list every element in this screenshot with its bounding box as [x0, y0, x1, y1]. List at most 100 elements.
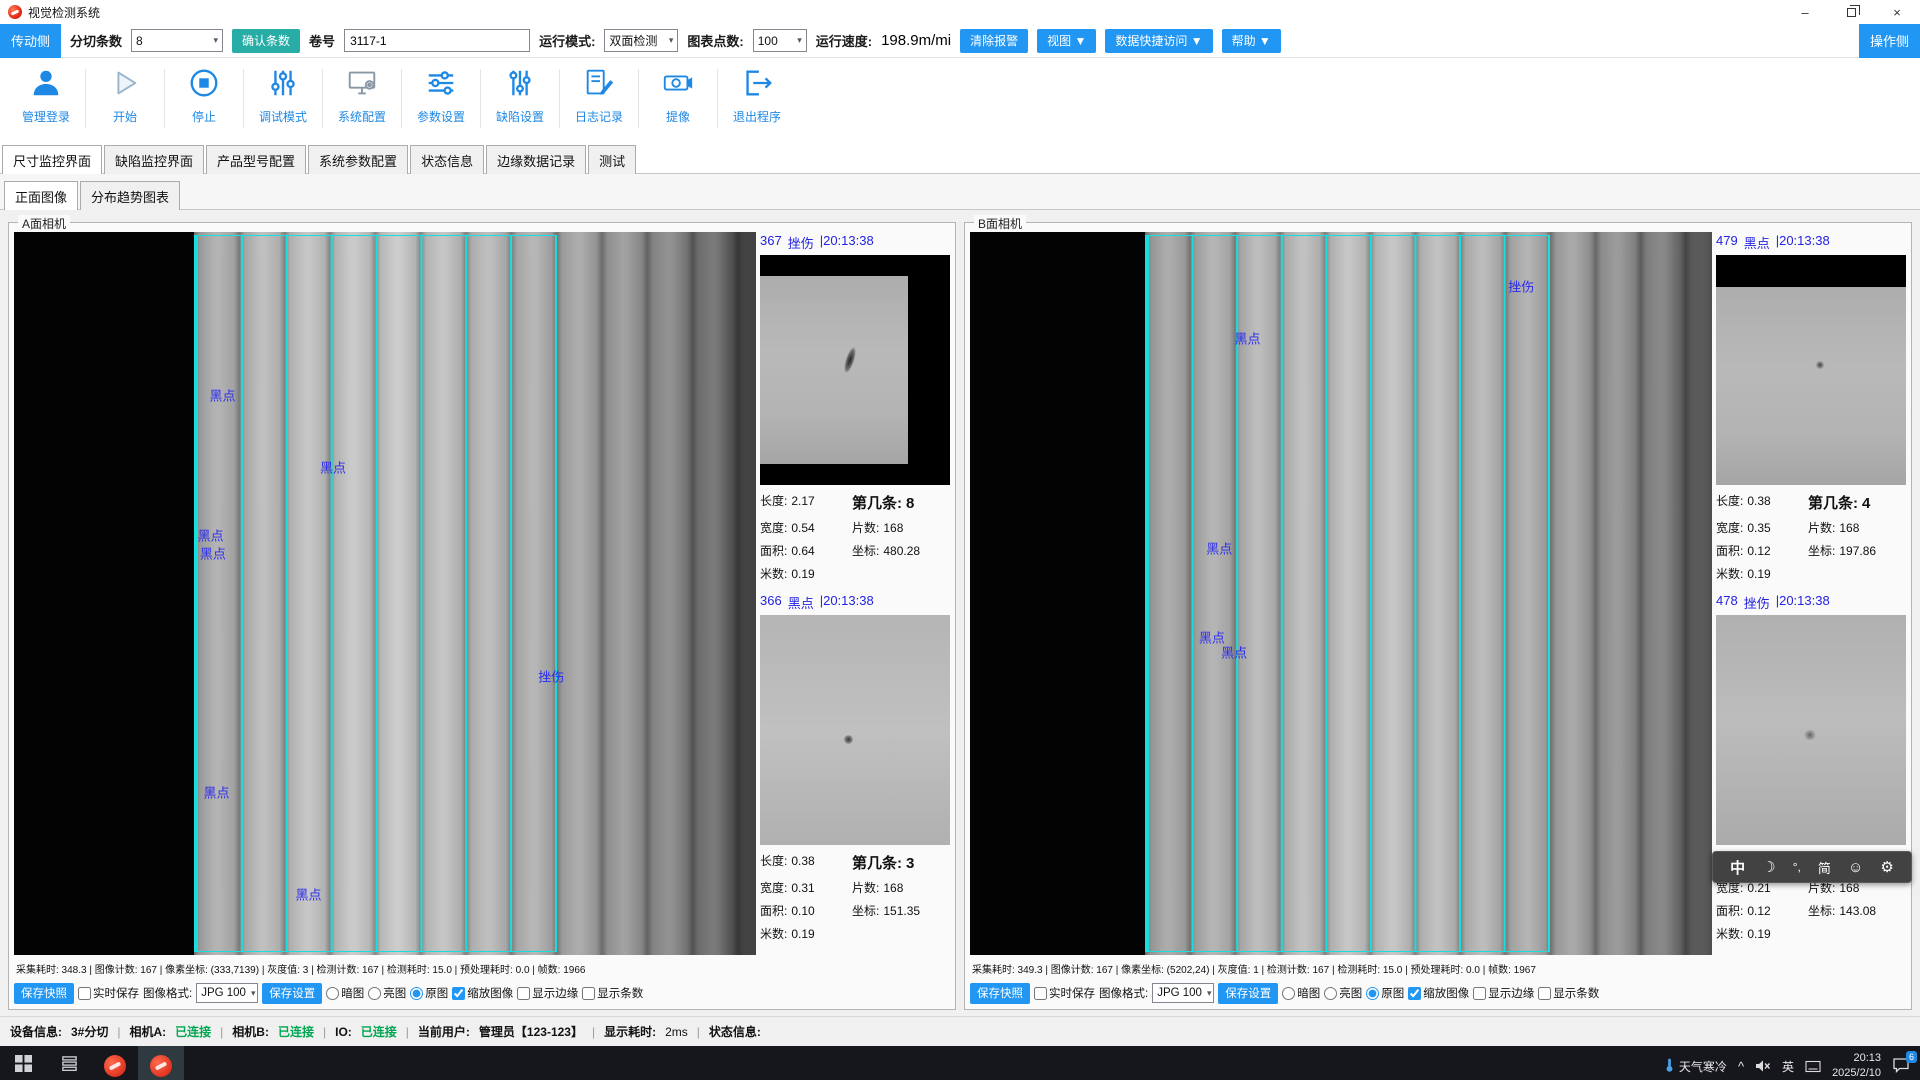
checkbox-input[interactable]	[517, 987, 530, 1000]
defect-settings-button[interactable]: 缺陷设置	[482, 63, 558, 125]
realtime-save-checkbox[interactable]: 实时保存	[1034, 985, 1095, 1001]
checkbox-label: 缩放图像	[1423, 985, 1469, 1001]
zoom-image-checkbox[interactable]: 缩放图像	[452, 985, 513, 1001]
camera-b-status: 已连接	[278, 1023, 314, 1040]
operator-side-button[interactable]: 操作侧	[1859, 24, 1920, 58]
volume-muted-icon[interactable]	[1755, 1059, 1771, 1073]
view-menu-button[interactable]: 视图 ▼	[1037, 29, 1096, 53]
tab-edge-data-record[interactable]: 边缘数据记录	[486, 145, 586, 174]
original-image-radio[interactable]: 原图	[1366, 985, 1404, 1001]
tab-size-monitor[interactable]: 尺寸监控界面	[2, 145, 102, 174]
radio-input[interactable]	[1324, 987, 1337, 1000]
radio-input[interactable]	[1282, 987, 1295, 1000]
checkbox-input[interactable]	[452, 987, 465, 1000]
show-edges-checkbox[interactable]: 显示边缘	[1473, 985, 1534, 1001]
image-format-select[interactable]: JPG 100▾	[1152, 983, 1214, 1003]
admin-login-button[interactable]: 管理登录	[8, 63, 84, 125]
zoom-image-checkbox[interactable]: 缩放图像	[1408, 985, 1469, 1001]
taskbar-app-shortcut[interactable]	[92, 1046, 138, 1080]
chart-points-select[interactable]: 100 ▾	[753, 29, 807, 52]
ime-chinese-mode-toggle[interactable]: 中	[1730, 857, 1745, 878]
stop-button[interactable]: 停止	[166, 63, 242, 125]
radio-input[interactable]	[1366, 987, 1379, 1000]
defect-card-header: 367 挫伤 |20:13:38	[760, 232, 950, 255]
tab-test[interactable]: 测试	[588, 145, 636, 174]
slice-count-select[interactable]: 8 ▾	[131, 29, 223, 52]
camera-image-a[interactable]: 黑点黑点黑点黑点挫伤黑点黑点	[14, 232, 756, 955]
taskbar-app-active[interactable]	[138, 1046, 184, 1080]
action-center-button[interactable]: 6	[1892, 1057, 1910, 1076]
save-settings-button[interactable]: 保存设置	[262, 983, 322, 1004]
run-mode-select[interactable]: 双面检测 ▾	[604, 29, 678, 52]
data-quick-access-menu-button[interactable]: 数据快捷访问 ▼	[1105, 29, 1212, 53]
checkbox-input[interactable]	[1034, 987, 1047, 1000]
ime-toolbar: 中 ☽ °, 简 ☺ ⚙	[1712, 851, 1912, 883]
drive-side-button[interactable]: 传动侧	[0, 24, 61, 58]
tab-system-params-config[interactable]: 系统参数配置	[308, 145, 408, 174]
show-strip-count-checkbox[interactable]: 显示条数	[1538, 985, 1599, 1001]
debug-mode-button[interactable]: 调试模式	[245, 63, 321, 125]
show-edges-checkbox[interactable]: 显示边缘	[517, 985, 578, 1001]
start-menu-button[interactable]	[0, 1046, 46, 1080]
show-strip-count-checkbox[interactable]: 显示条数	[582, 985, 643, 1001]
defect-annotation: 黑点	[198, 525, 224, 544]
dark-image-radio[interactable]: 暗图	[1282, 985, 1320, 1001]
close-button[interactable]: ×	[1874, 0, 1920, 24]
exit-program-button[interactable]: 退出程序	[719, 63, 795, 125]
radio-input[interactable]	[326, 987, 339, 1000]
task-view-button[interactable]	[46, 1046, 92, 1080]
checkbox-input[interactable]	[78, 987, 91, 1000]
system-config-button[interactable]: 系统配置	[324, 63, 400, 125]
ime-emoji-icon[interactable]: ☺	[1848, 859, 1863, 876]
radio-input[interactable]	[410, 987, 423, 1000]
tray-overflow-caret[interactable]: ^	[1738, 1059, 1744, 1074]
start-button[interactable]: 开始	[87, 63, 163, 125]
radio-input[interactable]	[368, 987, 381, 1000]
ime-punctuation-toggle[interactable]: °,	[1793, 860, 1801, 874]
ime-fullwidth-moon-icon[interactable]: ☽	[1762, 858, 1775, 876]
defect-card[interactable]: 367 挫伤 |20:13:38 长度:2.17 第几条:8 宽度:0.54 片…	[760, 232, 950, 582]
camera-image-b[interactable]: 黑点挫伤黑点黑点黑点	[970, 232, 1712, 955]
clear-alarm-button[interactable]: 清除报警	[960, 29, 1028, 53]
app-status-bar: 设备信息: 3#分切 | 相机A: 已连接 | 相机B: 已连接 | IO: 已…	[0, 1016, 1920, 1046]
weather-indicator[interactable]: 天气寒冷	[1664, 1057, 1727, 1076]
realtime-save-checkbox[interactable]: 实时保存	[78, 985, 139, 1001]
checkbox-input[interactable]	[1473, 987, 1486, 1000]
log-record-button[interactable]: 日志记录	[561, 63, 637, 125]
system-config-icon	[345, 66, 379, 105]
ime-settings-gear-icon[interactable]: ⚙	[1880, 858, 1893, 876]
tab-defect-monitor[interactable]: 缺陷监控界面	[104, 145, 204, 174]
tab-status-info[interactable]: 状态信息	[410, 145, 484, 174]
restore-button[interactable]	[1828, 0, 1874, 24]
bright-image-radio[interactable]: 亮图	[368, 985, 406, 1001]
subtab-front-image[interactable]: 正面图像	[4, 181, 78, 210]
minimize-button[interactable]: –	[1782, 0, 1828, 24]
subtab-distribution-chart[interactable]: 分布趋势图表	[80, 181, 180, 210]
defect-card[interactable]: 479 黑点 |20:13:38 长度:0.38 第几条:4 宽度:0.35 片…	[1716, 232, 1906, 582]
defect-card[interactable]: 478 挫伤 |20:13:38 长度:0.57 第几条:3 宽度:0.21 片…	[1716, 592, 1906, 942]
capture-image-button[interactable]: 提像	[640, 63, 716, 125]
save-settings-button[interactable]: 保存设置	[1218, 983, 1278, 1004]
save-snapshot-button[interactable]: 保存快照	[14, 983, 74, 1004]
checkbox-input[interactable]	[1538, 987, 1551, 1000]
touch-keyboard-icon[interactable]	[1805, 1060, 1821, 1073]
checkbox-input[interactable]	[1408, 987, 1421, 1000]
checkbox-input[interactable]	[582, 987, 595, 1000]
ime-simplified-toggle[interactable]: 简	[1818, 858, 1831, 877]
bright-image-radio[interactable]: 亮图	[1324, 985, 1362, 1001]
image-format-select[interactable]: JPG 100▾	[196, 983, 258, 1003]
params-settings-button[interactable]: 参数设置	[403, 63, 479, 125]
defect-card[interactable]: 366 黑点 |20:13:38 长度:0.38 第几条:3 宽度:0.31 片…	[760, 592, 950, 942]
input-language-indicator[interactable]: 英	[1782, 1058, 1794, 1075]
task-view-icon	[61, 1055, 78, 1077]
dark-image-radio[interactable]: 暗图	[326, 985, 364, 1001]
save-snapshot-button[interactable]: 保存快照	[970, 983, 1030, 1004]
taskbar-clock[interactable]: 20:13 2025/2/10	[1832, 1051, 1881, 1080]
confirm-count-button[interactable]: 确认条数	[232, 29, 300, 53]
device-info-label: 设备信息:	[10, 1023, 62, 1040]
tab-product-model-config[interactable]: 产品型号配置	[206, 145, 306, 174]
help-menu-button[interactable]: 帮助 ▼	[1222, 29, 1281, 53]
toolbar-divider	[322, 69, 323, 128]
roll-number-input[interactable]	[344, 29, 530, 52]
original-image-radio[interactable]: 原图	[410, 985, 448, 1001]
